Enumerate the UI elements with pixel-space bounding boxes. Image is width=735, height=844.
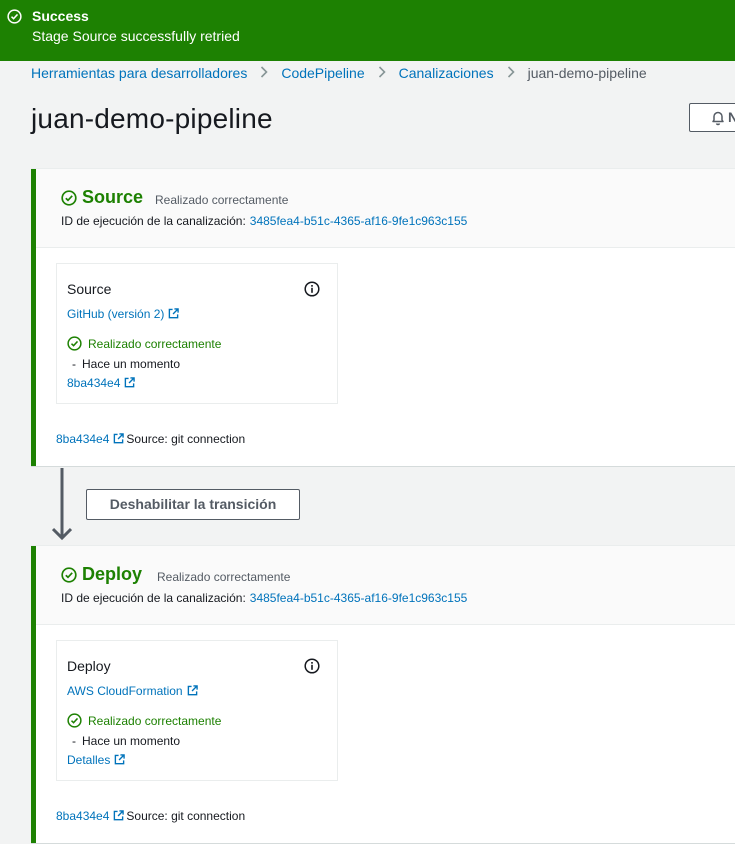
notify-button-label: N bbox=[728, 109, 735, 125]
info-icon[interactable] bbox=[304, 658, 320, 674]
action-commit-label: 8ba434e4 bbox=[67, 376, 121, 390]
action-time: Hace un momento bbox=[82, 357, 181, 371]
execution-id-row: ID de ejecución de la canalización: 3485f… bbox=[61, 214, 467, 228]
flash-title: Success bbox=[32, 8, 89, 24]
stage-status: Realizado correctamente bbox=[155, 193, 289, 207]
breadcrumb-developer-tools[interactable]: Herramientas para desarrolladores bbox=[31, 65, 247, 81]
action-details-link[interactable]: Detalles bbox=[67, 753, 126, 767]
footer-source-text: Source: git connection bbox=[126, 432, 246, 446]
action-title: Source bbox=[67, 281, 112, 297]
stage-status: Realizado correctamente bbox=[157, 570, 291, 584]
stage-header: Source Realizado correctamente ID de eje… bbox=[36, 169, 735, 248]
external-link-icon bbox=[115, 754, 126, 765]
action-card-deploy: Deploy AWS CloudFormation Realizado corr… bbox=[56, 640, 338, 781]
info-icon[interactable] bbox=[304, 281, 320, 297]
action-status: Realizado correctamente bbox=[88, 337, 222, 351]
action-status: Realizado correctamente bbox=[88, 714, 222, 728]
footer-commit-label: 8ba434e4 bbox=[56, 432, 110, 446]
page-title: juan-demo-pipeline bbox=[31, 103, 273, 134]
stage-deploy: Deploy Realizado correctamente ID de eje… bbox=[31, 545, 735, 844]
execution-id-link[interactable]: 3485fea4-b51c-4365-af16-9fe1c963c155 bbox=[250, 591, 468, 605]
stage-name: Source bbox=[82, 187, 144, 207]
action-time-row: - Hace un momento bbox=[72, 734, 180, 748]
action-details-label: Detalles bbox=[67, 753, 111, 767]
chevron-right-icon bbox=[365, 65, 399, 81]
flash-message: Stage Source successfully retried bbox=[32, 28, 240, 44]
breadcrumb-codepipeline[interactable]: CodePipeline bbox=[281, 65, 364, 81]
action-card-source: Source GitHub (versión 2) Realizado corr… bbox=[56, 263, 338, 404]
stage-header: Deploy Realizado correctamente ID de eje… bbox=[36, 546, 735, 625]
breadcrumb-pipelines[interactable]: Canalizaciones bbox=[399, 65, 494, 81]
check-circle-icon bbox=[61, 567, 77, 583]
stage-footer: 8ba434e4 Source: git connection bbox=[56, 809, 245, 823]
footer-source-text: Source: git connection bbox=[126, 809, 246, 823]
action-provider-link[interactable]: AWS CloudFormation bbox=[67, 684, 198, 698]
check-circle-icon bbox=[61, 190, 77, 206]
execution-id-row: ID de ejecución de la canalización: 3485f… bbox=[61, 591, 467, 605]
breadcrumb: Herramientas para desarrolladores CodePi… bbox=[31, 65, 647, 81]
stage-name: Deploy bbox=[82, 564, 143, 584]
external-link-icon bbox=[169, 308, 180, 319]
check-circle-icon bbox=[67, 713, 82, 728]
action-provider-label: AWS CloudFormation bbox=[67, 684, 183, 698]
action-title: Deploy bbox=[67, 658, 111, 674]
stage-footer: 8ba434e4 Source: git connection bbox=[56, 432, 245, 446]
action-provider-link[interactable]: GitHub (versión 2) bbox=[67, 307, 180, 321]
check-circle-icon bbox=[67, 336, 82, 351]
time-dash: - bbox=[72, 734, 76, 748]
execution-id-link[interactable]: 3485fea4-b51c-4365-af16-9fe1c963c155 bbox=[250, 214, 468, 228]
external-link-icon bbox=[125, 377, 136, 388]
action-time: Hace un momento bbox=[82, 734, 181, 748]
arrow-down-icon bbox=[52, 468, 72, 541]
execution-id-label: ID de ejecución de la canalización: bbox=[61, 214, 246, 228]
chevron-right-icon bbox=[247, 65, 281, 81]
external-link-icon bbox=[114, 810, 125, 821]
execution-id-label: ID de ejecución de la canalización: bbox=[61, 591, 246, 605]
time-dash: - bbox=[72, 357, 76, 371]
stage-source: Source Realizado correctamente ID de eje… bbox=[31, 168, 735, 467]
action-commit-link[interactable]: 8ba434e4 bbox=[67, 376, 136, 390]
disable-transition-button[interactable]: Deshabilitar la transición bbox=[86, 489, 300, 520]
breadcrumb-current: juan-demo-pipeline bbox=[527, 65, 647, 81]
success-flash-banner: Success Stage Source successfully retrie… bbox=[0, 0, 735, 61]
footer-commit-label: 8ba434e4 bbox=[56, 809, 110, 823]
footer-commit-link[interactable]: 8ba434e4 bbox=[56, 432, 125, 446]
footer-commit-link[interactable]: 8ba434e4 bbox=[56, 809, 125, 823]
check-circle-icon bbox=[7, 9, 22, 24]
action-time-row: - Hace un momento bbox=[72, 357, 180, 371]
external-link-icon bbox=[187, 685, 198, 696]
chevron-right-icon bbox=[494, 65, 528, 81]
external-link-icon bbox=[114, 433, 125, 444]
notify-button[interactable]: N bbox=[689, 103, 735, 132]
action-provider-label: GitHub (versión 2) bbox=[67, 307, 165, 321]
bell-icon bbox=[712, 111, 724, 126]
